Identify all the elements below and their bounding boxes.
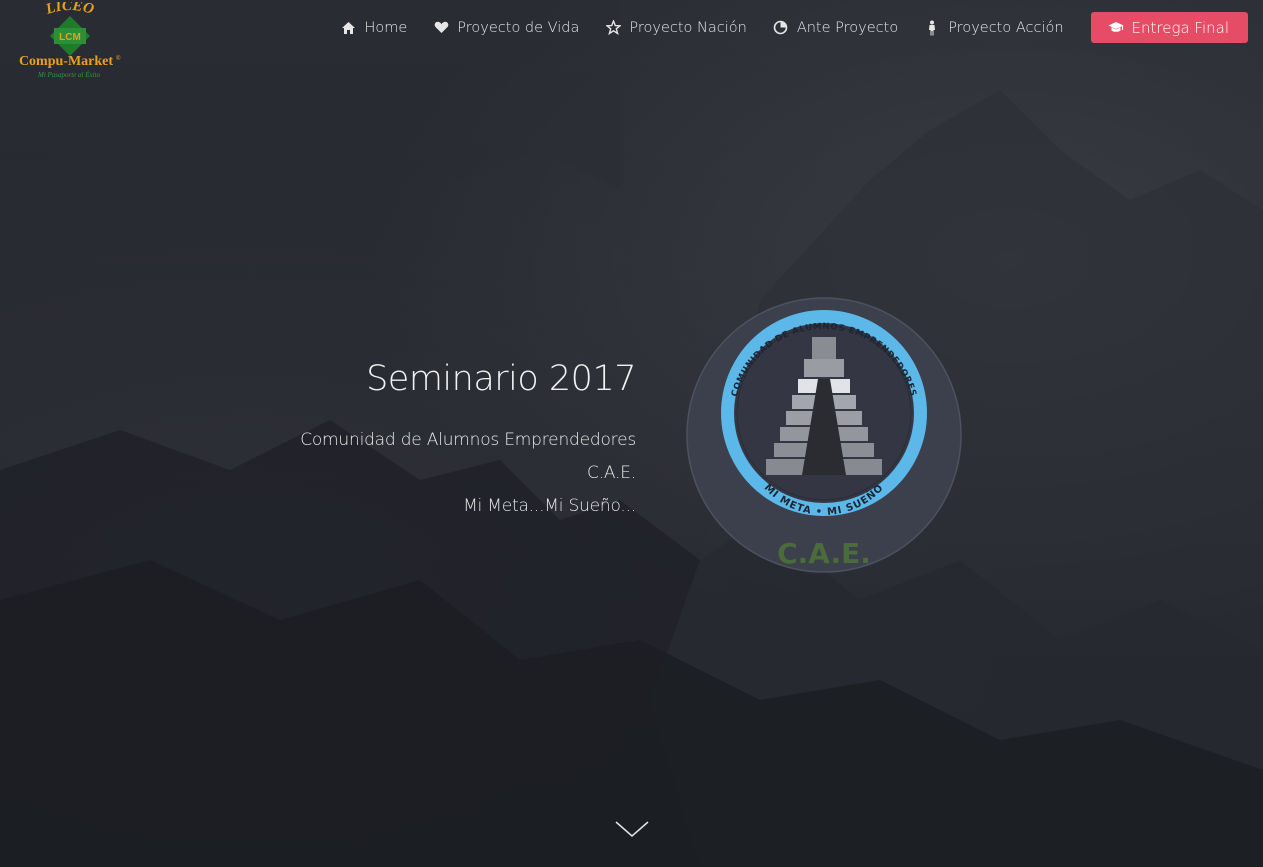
hero-text: Seminario 2017 Comunidad de Alumnos Empr… — [300, 356, 636, 523]
nav-item-proyecto-de-vida[interactable]: Proyecto de Vida — [420, 12, 592, 43]
nav-item-label: Ante Proyecto — [796, 19, 899, 36]
nav-item-label: Proyecto Acción — [948, 19, 1064, 36]
main-nav: Home Proyecto de Vida Proyecto Nación An… — [327, 12, 1248, 43]
hero-title: Seminario 2017 — [366, 359, 636, 399]
page: LICEO LCM Compu-Market ® Mi Pasaporte al… — [0, 0, 1263, 867]
heart-icon — [433, 20, 449, 36]
nav-item-ante-proyecto[interactable]: Ante Proyecto — [760, 12, 911, 43]
hero-subtitle-line-3: Mi Meta...Mi Sueño... — [463, 496, 636, 516]
nav-item-proyecto-accion[interactable]: Proyecto Acción — [911, 12, 1076, 43]
logo-registered: ® — [116, 55, 121, 62]
home-icon — [340, 20, 356, 36]
nav-item-home[interactable]: Home — [327, 12, 420, 43]
nav-item-label: Home — [364, 19, 408, 36]
nav-item-label: Proyecto Nación — [629, 19, 747, 36]
person-icon — [924, 20, 940, 36]
chevron-down-icon[interactable] — [615, 820, 649, 840]
graduation-cap-icon — [1108, 20, 1124, 36]
pie-chart-icon — [773, 20, 789, 36]
liceo-compu-market-logo[interactable]: LICEO LCM Compu-Market ® Mi Pasaporte al… — [14, 2, 126, 82]
hero-subtitle-line-1: Comunidad de Alumnos Emprendedores — [300, 430, 636, 450]
logo-top-word: LICEO — [43, 2, 96, 18]
nav-item-label: Proyecto de Vida — [457, 19, 580, 36]
logo-slogan: Mi Pasaporte al Éxito — [37, 71, 101, 79]
nav-item-proyecto-nacion[interactable]: Proyecto Nación — [592, 12, 759, 43]
star-icon — [605, 20, 621, 36]
entrega-final-label: Entrega Final — [1131, 18, 1229, 37]
logo-badge: LCM — [59, 32, 81, 43]
entrega-final-button[interactable]: Entrega Final — [1090, 12, 1248, 43]
hero-subtitle-line-2: C.A.E. — [587, 463, 636, 483]
cae-emblem: COMUNIDAD DE ALUMNOS EMPRENDEDORES MI ME… — [686, 297, 962, 573]
logo-brand: Compu-Market — [19, 54, 113, 69]
emblem-caption: C.A.E. — [777, 537, 871, 570]
